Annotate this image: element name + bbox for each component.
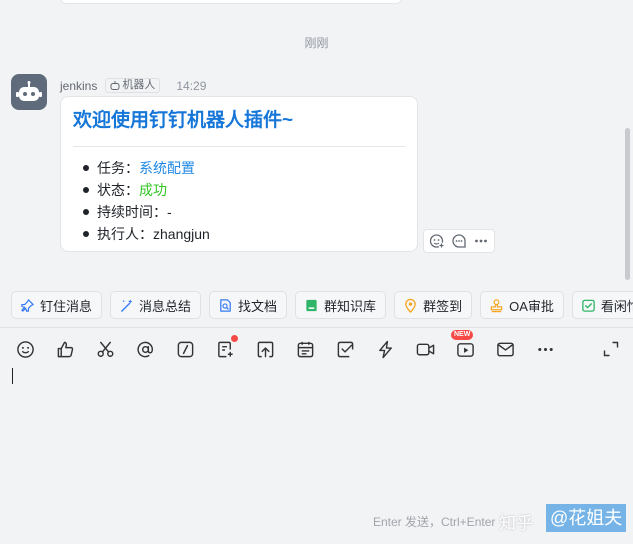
task-button[interactable]: [334, 338, 356, 360]
mail-icon: [496, 342, 514, 356]
emoji-button[interactable]: [14, 338, 36, 360]
card-item-value[interactable]: 系统配置: [139, 160, 195, 176]
calendar-check-icon: [582, 299, 595, 312]
message-summary-button[interactable]: 消息总结: [110, 291, 202, 319]
quick-action-label: 消息总结: [139, 298, 192, 314]
quick-action-label: 群签到: [423, 298, 463, 314]
card-divider: [73, 146, 405, 147]
robot-tag-label: 机器人: [122, 79, 156, 91]
card-title: 欢迎使用钉钉机器人插件~: [73, 110, 294, 131]
quick-action-label: 看闲忙: [600, 298, 633, 314]
card-item-task: 任务：系统配置: [83, 157, 405, 179]
knowledge-base-icon: [306, 299, 317, 311]
more-actions-button[interactable]: [471, 231, 491, 251]
robot-tag: 机器人: [105, 78, 161, 93]
editor-toolbar: NEW: [14, 330, 574, 360]
pin-icon: [21, 298, 34, 312]
ding-icon: [378, 340, 392, 358]
card-item-value: -: [167, 204, 172, 220]
watermark-site: 知乎: [499, 514, 533, 533]
slash-command-button[interactable]: [174, 338, 196, 360]
find-doc-button[interactable]: 找文档: [209, 291, 288, 319]
text-cursor: [12, 368, 13, 384]
more-horizontal-icon: [537, 347, 553, 351]
time-divider: 刚刚: [304, 36, 329, 50]
magic-wand-icon: [121, 298, 133, 312]
card-item-duration: 持续时间：-: [83, 201, 405, 223]
chat-scrollbar[interactable]: [625, 128, 630, 280]
card-item-label: 状态：: [97, 182, 139, 198]
doc-add-icon: [217, 341, 233, 357]
emoji-icon: [16, 340, 34, 358]
schedule-button[interactable]: [294, 338, 316, 360]
quick-action-label: 群知识库: [324, 298, 377, 314]
robot-icon: [16, 81, 42, 101]
reply-icon: [452, 234, 466, 248]
thumbs-up-icon: [57, 341, 73, 357]
bot-avatar[interactable]: [11, 74, 47, 110]
ding-button[interactable]: [374, 338, 396, 360]
upload-icon: [257, 341, 273, 357]
group-knowledge-button[interactable]: 群知识库: [295, 291, 387, 319]
message-time: 14:29: [176, 78, 207, 93]
card-item-label: 执行人：: [97, 226, 153, 242]
check-availability-button[interactable]: 看闲忙: [571, 291, 633, 319]
chat-history[interactable]: 刚刚 jenkins 机器人 14:29 欢迎使用钉钉机器人插件~ 任务：系统配…: [0, 0, 633, 282]
expand-editor-button[interactable]: [602, 340, 620, 358]
screenshot-button[interactable]: [94, 338, 116, 360]
card-item-label: 持续时间：: [97, 204, 167, 220]
message-header: jenkins 机器人 14:29: [60, 78, 206, 93]
task-check-icon: [337, 341, 353, 357]
card-item-value: zhangjun: [153, 226, 210, 242]
card-list: 任务：系统配置 状态：成功 持续时间：- 执行人：zhangjun: [73, 157, 405, 245]
notification-dot: [231, 335, 238, 342]
card-item-executor: 执行人：zhangjun: [83, 223, 405, 245]
quick-action-bar: 钉住消息 消息总结 找文档 群知识库 群签到 OA审批 看闲忙: [11, 291, 633, 319]
calendar-icon: [297, 341, 313, 357]
card-item-status: 状态：成功: [83, 179, 405, 201]
expand-icon: [603, 341, 619, 357]
doc-search-icon: [220, 298, 231, 312]
live-button[interactable]: NEW: [451, 330, 476, 360]
more-icon: [475, 239, 487, 243]
stamp-icon: [490, 298, 503, 312]
message-card[interactable]: 欢迎使用钉钉机器人插件~ 任务：系统配置 状态：成功 持续时间：- 执行人：zh…: [60, 96, 418, 252]
new-badge: NEW: [451, 330, 474, 340]
new-doc-button[interactable]: [214, 335, 238, 360]
video-call-icon: [416, 343, 434, 355]
scissors-icon: [97, 341, 113, 357]
video-call-button[interactable]: [414, 338, 436, 360]
mention-button[interactable]: [134, 338, 156, 360]
like-button[interactable]: [54, 338, 76, 360]
slash-icon: [177, 341, 193, 357]
live-icon: [456, 342, 474, 357]
sender-name[interactable]: jenkins: [60, 79, 97, 93]
previous-message-card: [60, 0, 402, 4]
add-reaction-button[interactable]: [427, 231, 447, 251]
quick-action-label: 钉住消息: [40, 298, 93, 314]
location-icon: [405, 298, 416, 313]
mail-button[interactable]: [494, 338, 516, 360]
watermark-author: @花姐夫: [546, 504, 627, 532]
reply-button[interactable]: [449, 231, 469, 251]
more-tools-button[interactable]: [534, 338, 556, 360]
robot-tag-icon: [110, 81, 120, 90]
card-item-label: 任务：: [97, 160, 139, 176]
card-item-value: 成功: [139, 182, 167, 198]
group-checkin-button[interactable]: 群签到: [394, 291, 473, 319]
quick-action-label: OA审批: [509, 298, 554, 314]
pin-message-button[interactable]: 钉住消息: [11, 291, 103, 319]
at-icon: [136, 341, 153, 357]
add-reaction-icon: [429, 234, 445, 249]
quick-action-label: 找文档: [238, 298, 278, 314]
oa-approval-button[interactable]: OA审批: [480, 291, 564, 319]
message-editor[interactable]: NEW Enter 发送，Ctrl+Enter 知乎 @花姐夫: [0, 327, 633, 544]
send-hint: Enter 发送，Ctrl+Enter: [373, 515, 496, 529]
message-actions: [423, 229, 495, 253]
upload-file-button[interactable]: [254, 338, 276, 360]
